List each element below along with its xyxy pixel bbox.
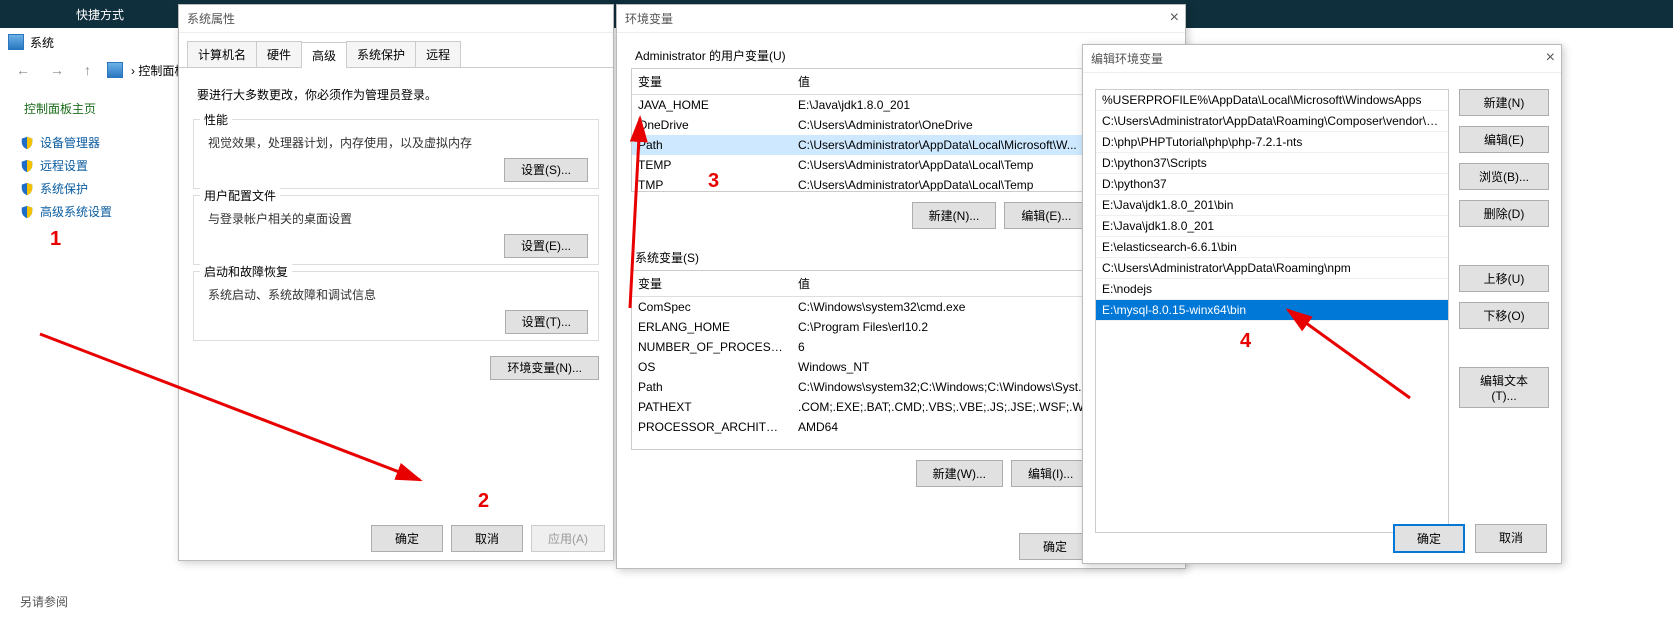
dialog-title: 编辑环境变量 <box>1083 45 1561 73</box>
topbar-menu-item[interactable]: 快捷方式 <box>76 6 124 23</box>
group-label: 启动和故障恢复 <box>200 263 292 280</box>
control-panel-sidebar: 控制面板主页 设备管理器 远程设置 系统保护 高级系统设置 <box>0 90 178 223</box>
explorer-title: 系统 <box>30 34 54 51</box>
list-item[interactable]: D:\python37\Scripts <box>1096 153 1448 174</box>
sidebar-header: 控制面板主页 <box>16 100 178 117</box>
up-icon[interactable]: ↑ <box>76 62 99 78</box>
group-box: 性能视觉效果，处理器计划，内存使用，以及虚拟内存设置(S)... <box>193 119 599 189</box>
ok-button[interactable]: 确定 <box>371 525 443 552</box>
sidebar-item-advanced-system-settings[interactable]: 高级系统设置 <box>16 200 178 223</box>
browse-button[interactable]: 浏览(B)... <box>1459 163 1549 190</box>
sidebar-item-device-manager[interactable]: 设备管理器 <box>16 131 178 154</box>
col-var[interactable]: 变量 <box>632 271 792 297</box>
sys-new-button[interactable]: 新建(W)... <box>916 460 1003 487</box>
dialog-title: 环境变量 <box>617 5 1185 33</box>
list-item[interactable]: E:\mysql-8.0.15-winx64\bin <box>1096 300 1448 321</box>
user-edit-button[interactable]: 编辑(E)... <box>1004 202 1088 229</box>
list-item[interactable]: E:\elasticsearch-6.6.1\bin <box>1096 237 1448 258</box>
shield-icon <box>20 136 34 150</box>
shield-icon <box>20 182 34 196</box>
group-box: 用户配置文件与登录帐户相关的桌面设置设置(E)... <box>193 195 599 265</box>
edit-text-button[interactable]: 编辑文本(T)... <box>1459 367 1549 408</box>
forward-icon[interactable]: → <box>42 62 72 78</box>
group-settings-button[interactable]: 设置(T)... <box>505 310 588 334</box>
shield-icon <box>20 205 34 219</box>
environment-variables-button[interactable]: 环境变量(N)... <box>490 356 599 380</box>
sidebar-item-label: 设备管理器 <box>40 134 100 151</box>
footer-see-also: 另请参阅 <box>20 593 68 610</box>
intro-text: 要进行大多数更改，你必须作为管理员登录。 <box>179 68 613 113</box>
group-label: 性能 <box>200 111 232 128</box>
list-item[interactable]: C:\Users\Administrator\AppData\Roaming\n… <box>1096 258 1448 279</box>
cancel-button[interactable]: 取消 <box>1475 524 1547 553</box>
group-desc: 系统启动、系统故障和调试信息 <box>204 280 588 313</box>
list-item[interactable]: E:\nodejs <box>1096 279 1448 300</box>
list-item[interactable]: E:\Java\jdk1.8.0_201\bin <box>1096 195 1448 216</box>
ok-button[interactable]: 确定 <box>1393 524 1465 553</box>
back-icon[interactable]: ← <box>8 62 38 78</box>
dialog-title: 系统属性 <box>179 5 613 33</box>
group-box: 启动和故障恢复系统启动、系统故障和调试信息设置(T)... <box>193 271 599 341</box>
delete-button[interactable]: 删除(D) <box>1459 200 1549 227</box>
sidebar-item-system-protection[interactable]: 系统保护 <box>16 177 178 200</box>
sidebar-item-label: 系统保护 <box>40 180 88 197</box>
list-item[interactable]: C:\Users\Administrator\AppData\Roaming\C… <box>1096 111 1448 132</box>
col-var[interactable]: 变量 <box>632 69 792 95</box>
user-new-button[interactable]: 新建(N)... <box>912 202 997 229</box>
explorer-titlebar: 系统 <box>0 30 54 54</box>
annotation-1: 1 <box>50 228 61 251</box>
move-up-button[interactable]: 上移(U) <box>1459 265 1549 292</box>
sidebar-item-label: 高级系统设置 <box>40 203 112 220</box>
tab-2[interactable]: 高级 <box>301 42 347 68</box>
ok-button[interactable]: 确定 <box>1019 533 1091 560</box>
group-desc: 视觉效果，处理器计划，内存使用，以及虚拟内存 <box>204 128 588 161</box>
shield-icon <box>20 159 34 173</box>
system-icon <box>8 34 24 50</box>
edit-env-variable-dialog: 编辑环境变量 × %USERPROFILE%\AppData\Local\Mic… <box>1082 44 1562 564</box>
path-entries-list[interactable]: %USERPROFILE%\AppData\Local\Microsoft\Wi… <box>1095 89 1449 533</box>
tab-1[interactable]: 硬件 <box>256 41 302 67</box>
list-item[interactable]: E:\Java\jdk1.8.0_201 <box>1096 216 1448 237</box>
close-icon[interactable]: × <box>1170 9 1179 27</box>
list-item[interactable]: D:\python37 <box>1096 174 1448 195</box>
group-label: 用户配置文件 <box>200 187 280 204</box>
cancel-button[interactable]: 取消 <box>451 525 523 552</box>
sidebar-item-label: 远程设置 <box>40 157 88 174</box>
group-settings-button[interactable]: 设置(E)... <box>504 234 588 258</box>
explorer-toolbar: ← → ↑ › 控制面板 <box>0 56 186 84</box>
tab-4[interactable]: 远程 <box>415 41 461 67</box>
sidebar-item-remote-settings[interactable]: 远程设置 <box>16 154 178 177</box>
new-button[interactable]: 新建(N) <box>1459 89 1549 116</box>
tabs: 计算机名硬件高级系统保护远程 <box>179 33 613 68</box>
tab-0[interactable]: 计算机名 <box>187 41 257 67</box>
apply-button: 应用(A) <box>531 525 605 552</box>
tab-3[interactable]: 系统保护 <box>346 41 416 67</box>
move-down-button[interactable]: 下移(O) <box>1459 302 1549 329</box>
edit-button[interactable]: 编辑(E) <box>1459 126 1549 153</box>
group-desc: 与登录帐户相关的桌面设置 <box>204 204 588 237</box>
system-properties-dialog: 系统属性 计算机名硬件高级系统保护远程 要进行大多数更改，你必须作为管理员登录。… <box>178 4 614 561</box>
list-item[interactable]: %USERPROFILE%\AppData\Local\Microsoft\Wi… <box>1096 90 1448 111</box>
sys-edit-button[interactable]: 编辑(I)... <box>1011 460 1090 487</box>
group-settings-button[interactable]: 设置(S)... <box>504 158 588 182</box>
list-item[interactable]: D:\php\PHPTutorial\php\php-7.2.1-nts <box>1096 132 1448 153</box>
close-icon[interactable]: × <box>1546 49 1555 67</box>
address-icon <box>107 62 123 78</box>
